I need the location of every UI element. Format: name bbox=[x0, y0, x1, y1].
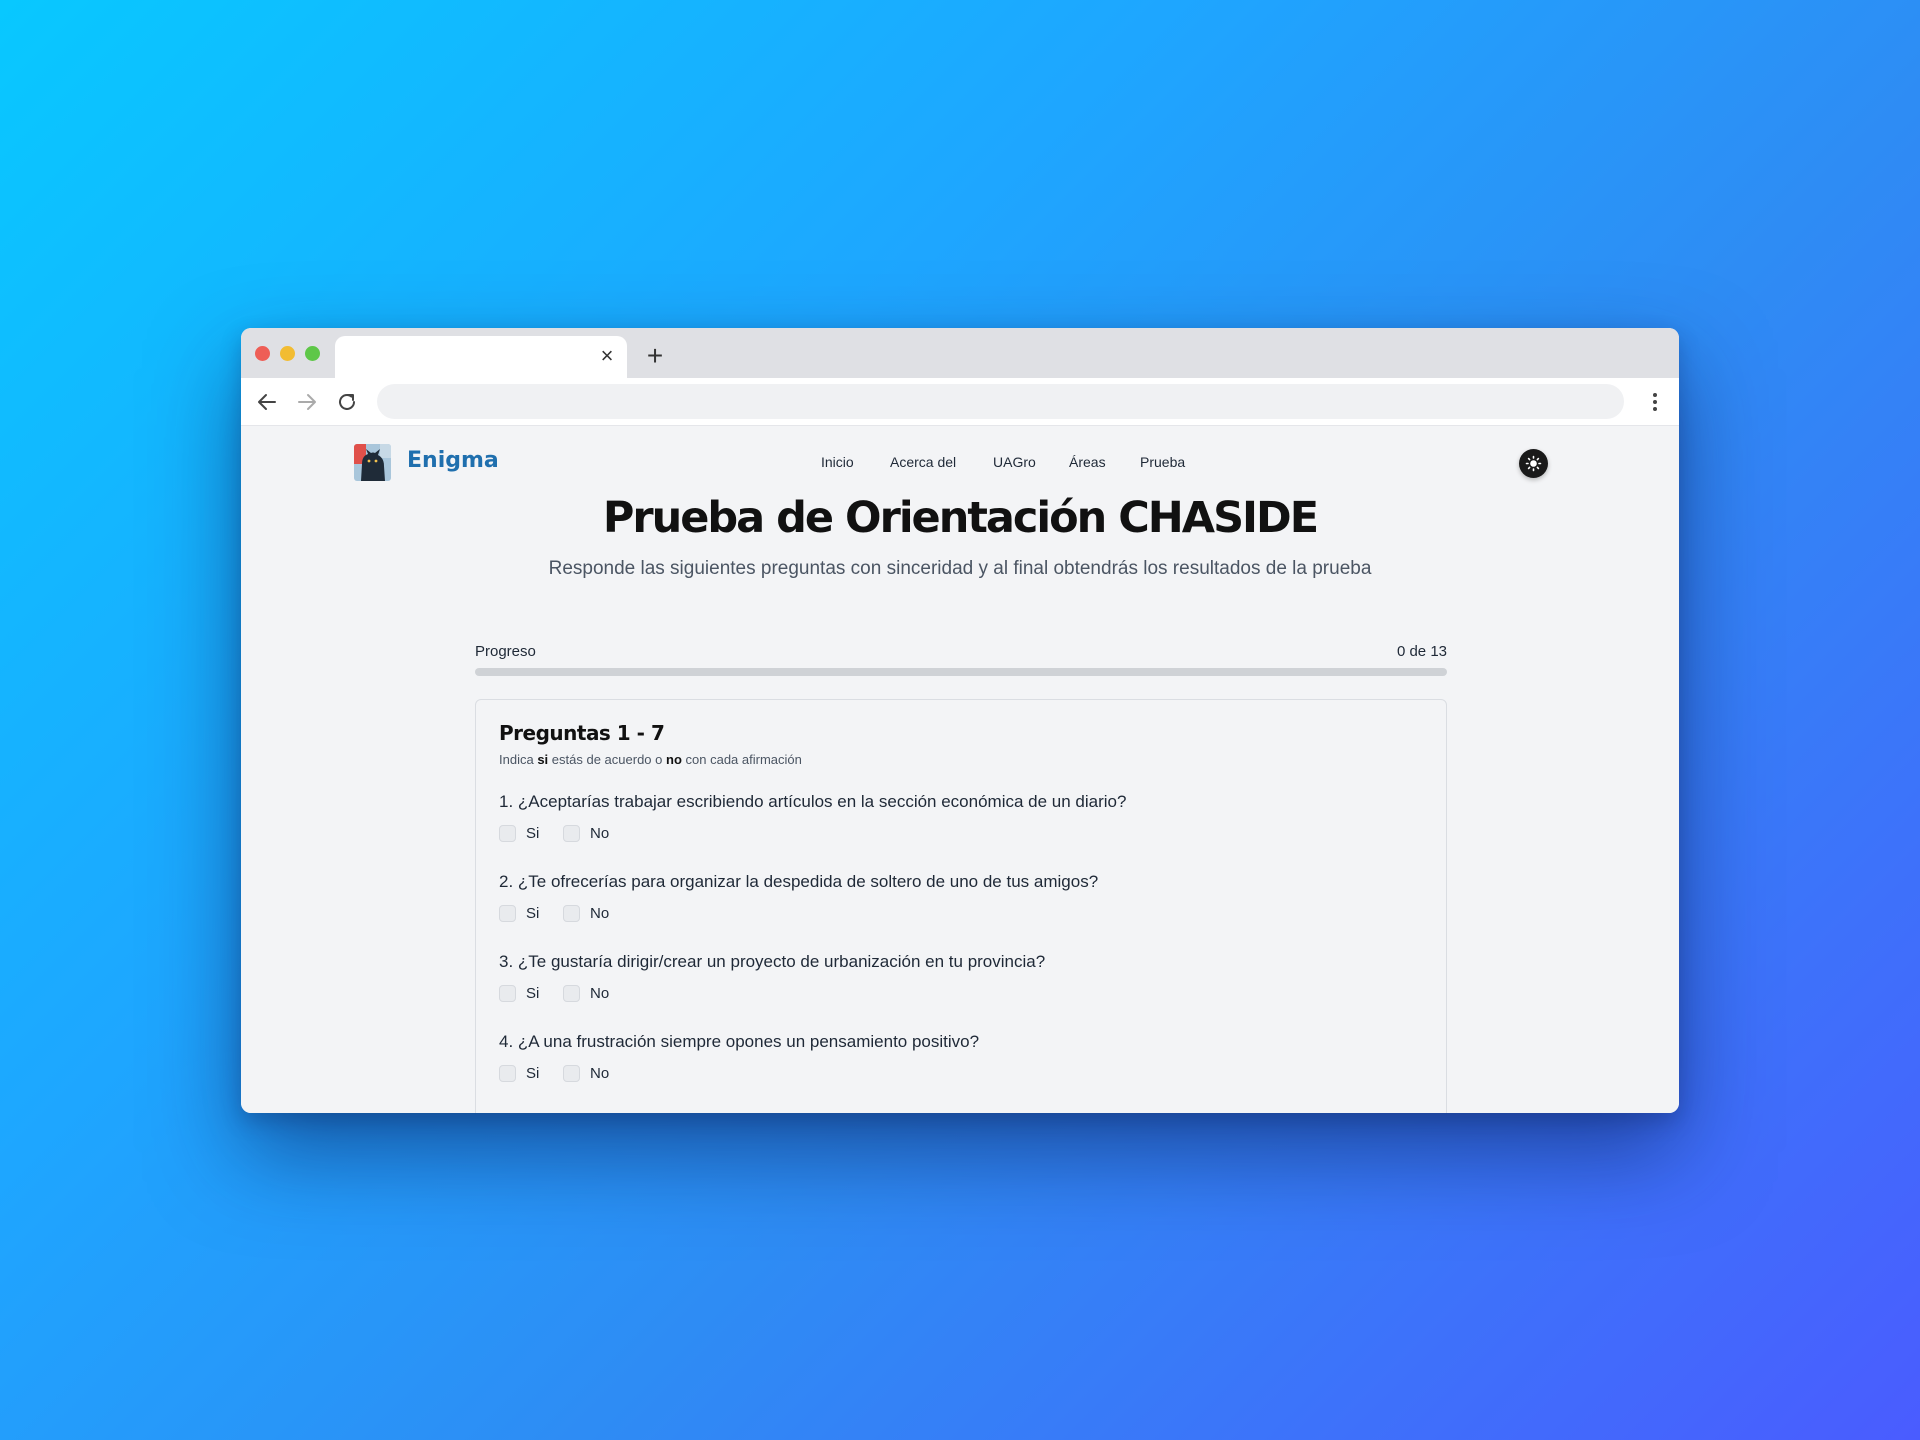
answer-options: Si No bbox=[499, 823, 1419, 845]
hint-no: no bbox=[666, 752, 682, 767]
no-checkbox[interactable] bbox=[563, 1064, 580, 1082]
progress-label: Progreso bbox=[475, 643, 536, 660]
no-checkbox[interactable] bbox=[563, 984, 580, 1002]
minimize-window-button[interactable] bbox=[280, 346, 295, 361]
yes-label: Si bbox=[526, 984, 540, 1002]
hint-middle: estás de acuerdo o bbox=[551, 752, 663, 767]
answer-yes[interactable]: Si bbox=[499, 903, 539, 923]
reload-icon[interactable] bbox=[335, 390, 359, 414]
no-checkbox[interactable] bbox=[563, 824, 580, 842]
question-text: 1. ¿Aceptarías trabajar escribiendo artí… bbox=[499, 792, 1127, 811]
forward-arrow-icon[interactable] bbox=[295, 390, 319, 414]
no-label: No bbox=[590, 904, 610, 922]
browser-toolbar bbox=[241, 378, 1679, 426]
progress-count: 0 de 13 bbox=[1396, 643, 1447, 660]
nav-link-acerca[interactable]: Acerca del bbox=[890, 454, 956, 470]
browser-tab[interactable]: × bbox=[335, 336, 627, 378]
hint-yes: si bbox=[537, 752, 549, 767]
section-hint: Indica si estás de acuerdo o no con cada… bbox=[499, 752, 802, 767]
yes-checkbox[interactable] bbox=[499, 824, 516, 842]
answer-yes[interactable]: Si bbox=[499, 983, 539, 1003]
maximize-window-button[interactable] bbox=[305, 346, 320, 361]
sun-icon bbox=[1525, 455, 1542, 472]
answer-yes[interactable]: Si bbox=[499, 823, 539, 843]
tab-strip: × + bbox=[241, 328, 1679, 378]
section-title: Preguntas 1 - 7 bbox=[499, 721, 665, 745]
answer-no[interactable]: No bbox=[563, 983, 609, 1003]
back-arrow-icon[interactable] bbox=[255, 390, 279, 414]
question-item: 2. ¿Te ofrecerías para organizar la desp… bbox=[499, 872, 1419, 925]
page-subtitle: Responde las siguientes preguntas con si… bbox=[548, 558, 1372, 579]
kebab-menu-icon[interactable] bbox=[1643, 390, 1667, 414]
close-window-button[interactable] bbox=[255, 346, 270, 361]
yes-label: Si bbox=[526, 1064, 540, 1082]
no-label: No bbox=[590, 1064, 610, 1082]
nav-link-prueba[interactable]: Prueba bbox=[1140, 454, 1185, 470]
yes-label: Si bbox=[526, 824, 540, 842]
answer-options: Si No bbox=[499, 1063, 1419, 1085]
answer-no[interactable]: No bbox=[563, 823, 609, 843]
yes-label: Si bbox=[526, 904, 540, 922]
nav-link-areas[interactable]: Áreas bbox=[1069, 454, 1106, 470]
no-label: No bbox=[590, 984, 610, 1002]
questions-card: Preguntas 1 - 7 Indica si estás de acuer… bbox=[475, 699, 1447, 1113]
browser-window: × + Enigma Inicio Acerca del UAGro Áreas… bbox=[241, 328, 1679, 1113]
question-item: 1. ¿Aceptarías trabajar escribiendo artí… bbox=[499, 792, 1419, 845]
no-checkbox[interactable] bbox=[563, 904, 580, 922]
plus-icon[interactable]: + bbox=[643, 342, 667, 370]
hint-suffix: con cada afirmación bbox=[685, 752, 802, 767]
answer-options: Si No bbox=[499, 903, 1419, 925]
nav-link-uagro[interactable]: UAGro bbox=[993, 454, 1036, 470]
yes-checkbox[interactable] bbox=[499, 1064, 516, 1082]
web-page: Enigma Inicio Acerca del UAGro Áreas Pru… bbox=[241, 426, 1679, 1113]
answer-no[interactable]: No bbox=[563, 1063, 609, 1083]
theme-toggle-button[interactable] bbox=[1519, 449, 1548, 478]
close-icon[interactable]: × bbox=[597, 345, 617, 367]
answer-options: Si No bbox=[499, 983, 1419, 1005]
answer-no[interactable]: No bbox=[563, 903, 609, 923]
page-title: Prueba de Orientación CHASIDE bbox=[602, 493, 1319, 543]
question-text: 4. ¿A una frustración siempre opones un … bbox=[499, 1032, 980, 1051]
question-item: 3. ¿Te gustaría dirigir/crear un proyect… bbox=[499, 952, 1419, 1005]
progress-bar bbox=[475, 668, 1447, 676]
site-header: Enigma Inicio Acerca del UAGro Áreas Pru… bbox=[241, 426, 1679, 496]
hint-prefix: Indica bbox=[499, 752, 534, 767]
question-text: 3. ¿Te gustaría dirigir/crear un proyect… bbox=[499, 952, 1046, 971]
main-nav: Inicio Acerca del UAGro Áreas Prueba bbox=[241, 454, 1679, 474]
question-text: 2. ¿Te ofrecerías para organizar la desp… bbox=[499, 872, 1099, 891]
nav-link-inicio[interactable]: Inicio bbox=[821, 454, 854, 470]
question-item: 4. ¿A una frustración siempre opones un … bbox=[499, 1032, 1419, 1085]
answer-yes[interactable]: Si bbox=[499, 1063, 539, 1083]
no-label: No bbox=[590, 824, 610, 842]
address-bar[interactable] bbox=[377, 384, 1624, 419]
yes-checkbox[interactable] bbox=[499, 904, 516, 922]
yes-checkbox[interactable] bbox=[499, 984, 516, 1002]
